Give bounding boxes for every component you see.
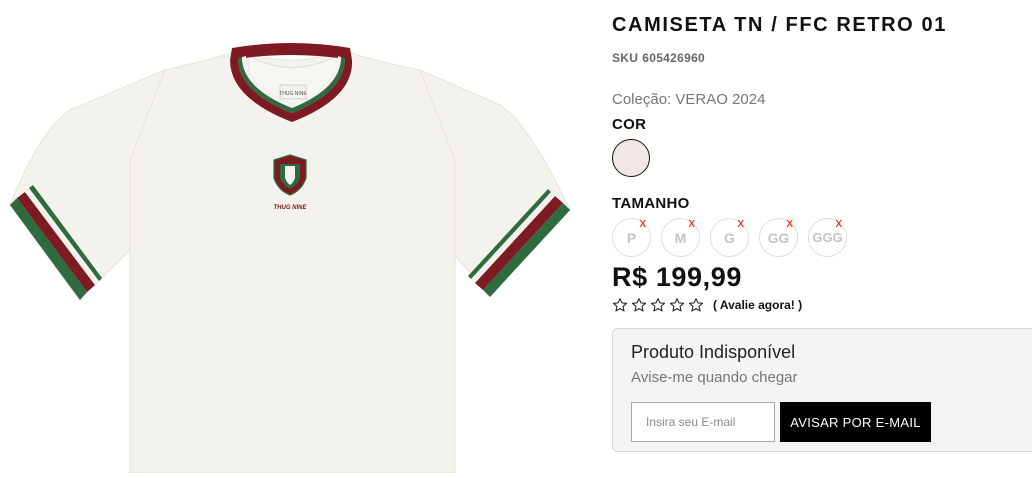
size-option-m[interactable]: Mx xyxy=(661,215,700,257)
tshirt-image: THUG NINE THUG NINE xyxy=(9,43,571,473)
size-label-text: GG xyxy=(767,229,790,246)
star-outline-icon[interactable] xyxy=(631,297,647,313)
color-swatch[interactable] xyxy=(612,139,650,177)
unavailable-x-icon: x xyxy=(639,215,647,230)
size-label-text: M xyxy=(674,229,687,246)
product-info-panel: CAMISETA TN / FFC RETRO 01 SKU 605426960 … xyxy=(612,0,1032,473)
size-option-gg[interactable]: GG x xyxy=(759,215,798,257)
product-title: CAMISETA TN / FFC RETRO 01 xyxy=(612,14,947,36)
sku-label: SKU xyxy=(612,51,639,65)
size-option-ggg[interactable]: GGG x xyxy=(808,215,847,257)
star-outline-icon[interactable] xyxy=(612,297,628,313)
unavailable-title: Produto Indisponível xyxy=(631,342,796,362)
collection-label: Coleção: VERAO 2024 xyxy=(612,91,766,108)
unavailable-x-icon: x xyxy=(835,215,843,230)
unavailable-x-icon: x xyxy=(737,215,745,230)
notify-by-email-button[interactable]: AVISAR POR E-MAIL xyxy=(780,402,931,442)
star-outline-icon[interactable] xyxy=(688,297,704,313)
neck-label-text: THUG NINE xyxy=(279,91,307,97)
product-price: R$ 199,99 xyxy=(612,262,742,292)
unavailable-x-icon: x xyxy=(786,215,794,230)
size-label-text: P xyxy=(626,229,637,246)
size-option-p[interactable]: Px xyxy=(612,215,651,257)
star-outline-icon[interactable] xyxy=(669,297,685,313)
crest-chest-text: THUG NINE xyxy=(274,205,308,211)
unavailable-x-icon: x xyxy=(688,215,696,230)
size-label-text: G xyxy=(724,229,735,246)
rate-now-link[interactable]: ( Avalie agora! ) xyxy=(713,298,802,312)
product-sku: SKU 605426960 xyxy=(612,51,705,65)
size-options: Px Mx Gx GG x GGG x xyxy=(612,215,847,257)
notify-me-box: Produto Indisponível Avise-me quando che… xyxy=(612,328,1032,452)
size-option-g[interactable]: Gx xyxy=(710,215,749,257)
product-collection: Coleção: VERAO 2024 xyxy=(612,91,765,108)
size-label: TAMANHO xyxy=(612,195,690,212)
star-outline-icon[interactable] xyxy=(650,297,666,313)
product-image[interactable]: THUG NINE THUG NINE xyxy=(0,0,590,473)
notify-subtitle: Avise-me quando chegar xyxy=(631,369,798,386)
color-label: COR xyxy=(612,116,647,133)
email-input[interactable] xyxy=(631,402,775,442)
sku-value: 605426960 xyxy=(642,51,706,65)
rating-stars: ( Avalie agora! ) xyxy=(612,297,802,313)
size-label-text: GGG xyxy=(812,230,843,245)
